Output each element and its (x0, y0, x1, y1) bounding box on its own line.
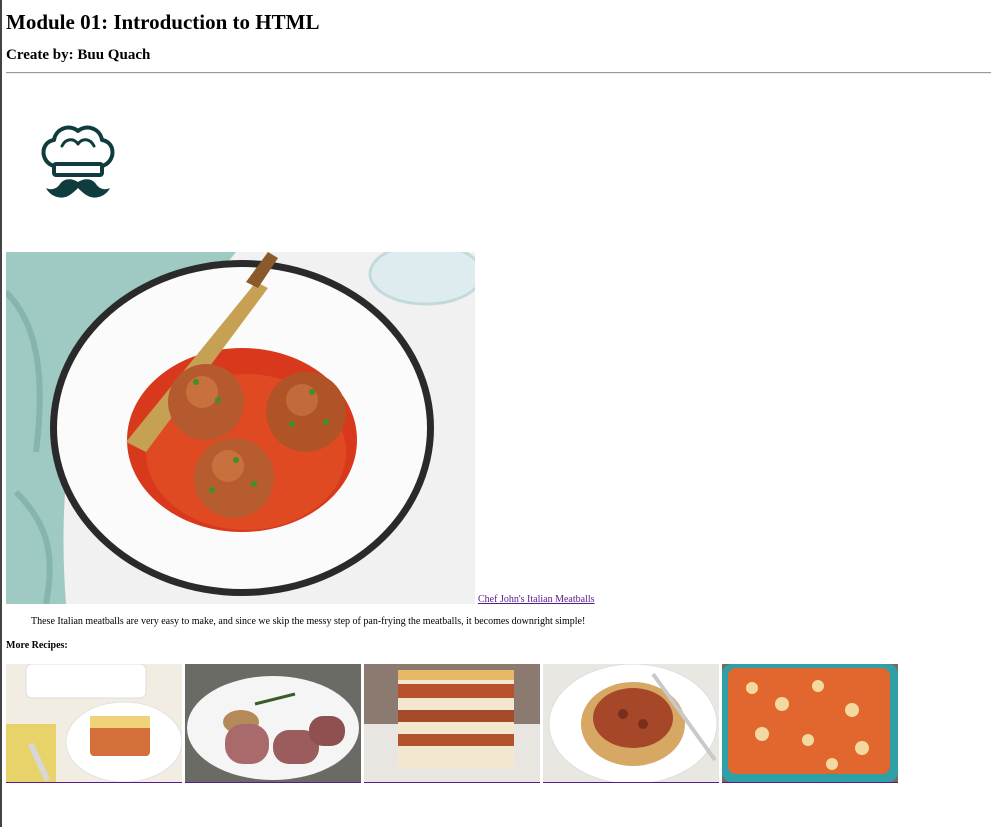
page-title: Module 01: Introduction to HTML (6, 10, 320, 34)
horizontal-rule (6, 72, 991, 74)
recipe-thumb-spaghetti[interactable] (543, 664, 719, 783)
meatballs-photo (6, 252, 475, 604)
more-recipes-heading: More Recipes: (6, 640, 68, 651)
meatballs-recipe-link[interactable]: Chef John's Italian Meatballs (478, 594, 595, 605)
recipe-thumb-lasagna-plate[interactable] (6, 664, 182, 783)
chef-hat-mustache-icon (36, 122, 120, 206)
meatballs-description: These Italian meatballs are very easy to… (31, 616, 586, 627)
recipe-thumb-pork-loin[interactable] (185, 664, 361, 783)
recipe-thumb-baked-ziti[interactable] (722, 664, 898, 783)
recipe-thumb-lasagna-slice[interactable] (364, 664, 540, 783)
author-heading: Create by: Buu Quach (6, 47, 151, 63)
